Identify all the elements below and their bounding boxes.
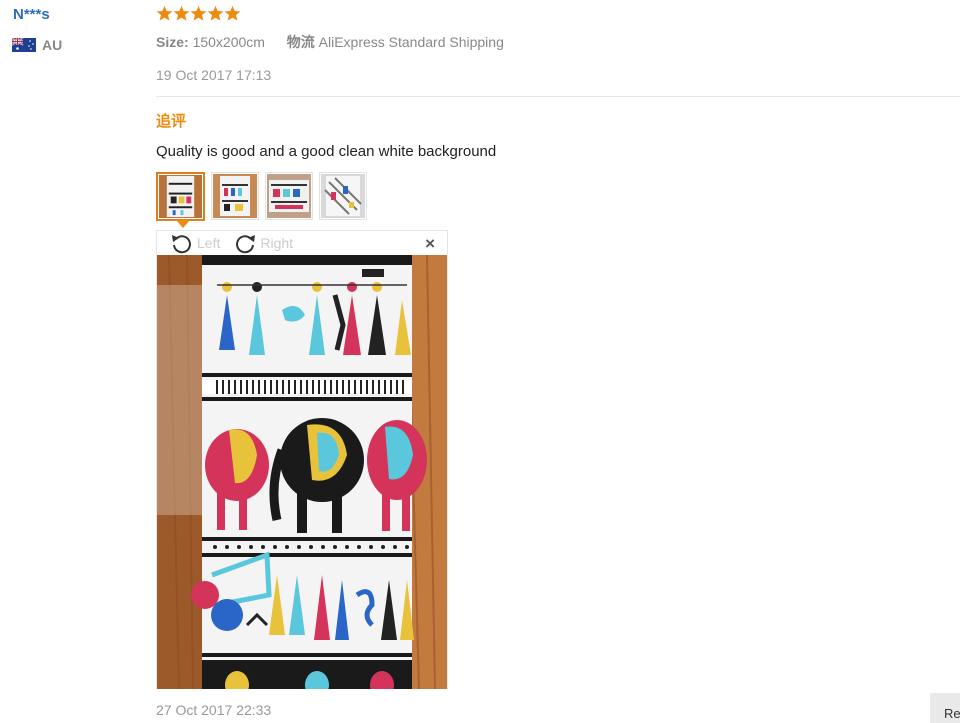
size-label: Size: [156,34,189,50]
reviewer-name[interactable]: N***s [13,6,50,23]
photo-thumbnails [156,172,367,221]
rotate-right-icon [236,235,256,254]
shipping-value: AliExpress Standard Shipping [318,34,504,50]
australia-flag-icon [12,38,36,52]
photo-thumbnail[interactable] [319,172,367,220]
photo-thumbnail-image [213,174,257,218]
photo-thumbnail[interactable] [265,172,313,220]
star-icon [190,5,207,21]
reviewer-country: AU [12,37,62,53]
divider [156,96,960,97]
photo-thumbnail-image [267,174,311,218]
country-code: AU [42,37,63,53]
rating-stars [156,5,241,22]
shipping-label: 物流 [286,34,315,50]
photo-thumbnail[interactable] [211,172,259,220]
followup-text: Quality is good and a good clean white b… [156,143,497,160]
star-icon [224,5,241,21]
size-value: 150x200cm [192,34,265,50]
photo-viewer: Left Right × [156,230,448,689]
photo-thumbnail-image [159,175,202,218]
active-thumbnail-pointer [176,220,190,228]
review-meta: Size: 150x200cm 物流 AliExpress Standard S… [156,32,504,52]
followup-label: 追评 [156,113,187,130]
rotate-left-label: Left [197,235,221,251]
followup-date: 27 Oct 2017 22:33 [156,702,272,718]
star-icon [207,5,224,21]
photo-thumbnail[interactable] [156,172,205,221]
close-icon[interactable]: × [425,234,435,254]
rotate-right-button[interactable]: Right [232,232,293,254]
review-photo [157,255,447,689]
rotate-left-icon [172,235,191,254]
photo-thumbnail-image [321,174,365,218]
review-photo-image [157,255,447,689]
star-icon [156,5,173,21]
viewer-toolbar: Left Right × [157,231,447,255]
rotate-left-button[interactable]: Left [169,232,220,254]
review-date: 19 Oct 2017 17:13 [156,67,272,83]
star-icon [173,5,190,21]
rotate-right-label: Right [260,235,294,251]
